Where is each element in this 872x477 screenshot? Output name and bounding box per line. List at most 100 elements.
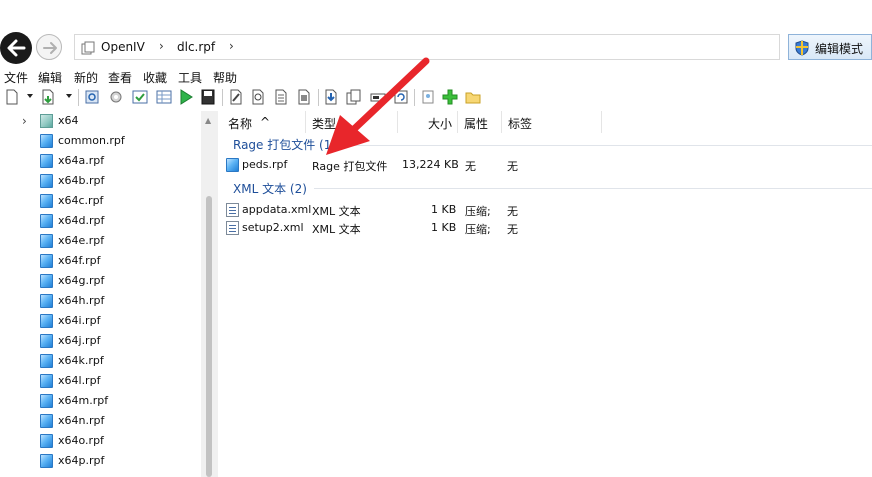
menu-help[interactable]: 帮助 <box>213 69 237 86</box>
scroll-up-icon[interactable]: ▲ <box>205 116 211 125</box>
column-name-label: 名称 <box>228 117 253 131</box>
rpf-archive-icon <box>40 234 53 248</box>
tree-item[interactable]: x64o.rpf <box>0 431 200 451</box>
tree-scrollbar-thumb[interactable] <box>206 196 212 477</box>
tree-item[interactable]: x64p.rpf <box>0 451 200 471</box>
shield-icon <box>795 40 809 56</box>
tree-item-label: x64o.rpf <box>58 434 104 447</box>
group-divider <box>314 188 872 189</box>
tree-item[interactable]: x64f.rpf <box>0 251 200 271</box>
text-icon[interactable] <box>273 89 289 105</box>
menu-view[interactable]: 查看 <box>108 69 132 86</box>
toolbar-divider <box>78 89 79 106</box>
rpf-archive-icon <box>40 294 53 308</box>
file-name: peds.rpf <box>242 158 288 171</box>
chevron-down-icon[interactable] <box>27 94 33 98</box>
rpf-archive-icon <box>40 374 53 388</box>
menu-tools[interactable]: 工具 <box>178 69 202 86</box>
group-title-xml[interactable]: XML 文本 (2) <box>233 180 307 197</box>
edit-mode-label: 编辑模式 <box>815 42 864 56</box>
tree-item-label: x64p.rpf <box>58 454 105 467</box>
tree-item-label: x64a.rpf <box>58 154 105 167</box>
folder-icon[interactable] <box>465 89 481 105</box>
toolbar-divider <box>222 89 223 106</box>
column-header-tags[interactable]: 标签 <box>502 111 602 133</box>
tree-item[interactable]: x64n.rpf <box>0 411 200 431</box>
forward-button[interactable] <box>36 34 62 60</box>
search-icon[interactable] <box>250 89 266 105</box>
tree-item-label: x64h.rpf <box>58 294 105 307</box>
tree-item-label: x64e.rpf <box>58 234 105 247</box>
menu-edit[interactable]: 编辑 <box>38 69 62 86</box>
tree-item[interactable]: x64a.rpf <box>0 151 200 171</box>
export-icon[interactable] <box>40 89 56 105</box>
tree-item-label: common.rpf <box>58 134 125 147</box>
chevron-down-icon[interactable] <box>66 94 72 98</box>
tree-item-label: x64b.rpf <box>58 174 105 187</box>
rpf-archive-icon <box>40 454 53 468</box>
tree-item[interactable]: x64m.rpf <box>0 391 200 411</box>
rpf-archive-icon <box>40 274 53 288</box>
breadcrumb-separator[interactable]: › <box>159 39 164 53</box>
file-type: XML 文本 <box>312 205 361 218</box>
rpf-archive-icon <box>40 254 53 268</box>
chevron-right-icon[interactable]: › <box>22 114 27 128</box>
settings-icon[interactable] <box>108 89 124 105</box>
tree-item[interactable]: › x64 <box>0 111 200 131</box>
tree-item[interactable]: x64h.rpf <box>0 291 200 311</box>
tree-item-label: x64l.rpf <box>58 374 101 387</box>
rpf-file-icon <box>226 158 239 172</box>
folder-tree: › x64 common.rpf x64a.rpf x64b.rpf x64c.rpf x6… <box>0 111 218 477</box>
file-name: setup2.xml <box>242 221 304 234</box>
save-icon[interactable] <box>200 89 216 105</box>
menu-favorites[interactable]: 收藏 <box>143 69 167 86</box>
check-icon[interactable] <box>132 89 148 105</box>
edit-icon[interactable] <box>228 89 244 105</box>
back-button[interactable] <box>0 32 32 64</box>
rpf-archive-icon <box>40 154 53 168</box>
tree-item[interactable]: x64i.rpf <box>0 311 200 331</box>
file-name: appdata.xml <box>242 203 312 216</box>
tree-item[interactable]: x64e.rpf <box>0 231 200 251</box>
tree-item-label: x64 <box>58 114 79 127</box>
column-header-name[interactable]: 名称 ^ <box>220 111 306 133</box>
rpf-archive-icon <box>40 434 53 448</box>
file-row[interactable]: setup2.xml XML 文本 1 KB 压缩; 无 <box>220 219 860 237</box>
rpf-archive-icon <box>40 134 53 148</box>
sort-indicator-icon: ^ <box>260 115 271 129</box>
new-file-icon[interactable] <box>4 89 20 105</box>
tree-item[interactable]: x64l.rpf <box>0 371 200 391</box>
rpf-archive-icon <box>40 414 53 428</box>
tree-item-label: x64j.rpf <box>58 334 101 347</box>
file-list: 名称 ^ 类型 大小 属性 标签 Rage 打包文件 (1) peds.rpf … <box>220 111 872 477</box>
refresh-icon[interactable] <box>84 89 100 105</box>
breadcrumb-dlc[interactable]: dlc.rpf <box>177 40 215 54</box>
tree-item[interactable]: x64c.rpf <box>0 191 200 211</box>
file-attributes: 压缩; <box>465 205 491 218</box>
tree-item[interactable]: x64j.rpf <box>0 331 200 351</box>
column-attr-label: 属性 <box>464 117 489 131</box>
tree-item[interactable]: x64k.rpf <box>0 351 200 371</box>
file-size: 1 KB <box>431 221 457 234</box>
tree-item[interactable]: x64b.rpf <box>0 171 200 191</box>
column-header-attributes[interactable]: 属性 <box>458 111 502 133</box>
tree-item-label: x64m.rpf <box>58 394 109 407</box>
folder-icon <box>40 114 53 128</box>
play-icon[interactable] <box>178 89 194 105</box>
document-icon <box>81 41 95 55</box>
tree-item[interactable]: x64d.rpf <box>0 211 200 231</box>
tree-item[interactable]: x64g.rpf <box>0 271 200 291</box>
breadcrumb-openiv[interactable]: OpenIV <box>101 40 145 54</box>
add-icon[interactable] <box>442 89 458 105</box>
file-row[interactable]: appdata.xml XML 文本 1 KB 压缩; 无 <box>220 201 860 219</box>
rpf-archive-icon <box>40 214 53 228</box>
edit-mode-button[interactable]: 编辑模式 <box>788 34 872 60</box>
menu-file[interactable]: 文件 <box>4 69 28 86</box>
breadcrumb-separator[interactable]: › <box>229 39 234 53</box>
rpf-archive-icon <box>40 334 53 348</box>
menu-new[interactable]: 新的 <box>74 69 98 86</box>
tree-item-label: x64f.rpf <box>58 254 101 267</box>
grid-icon[interactable] <box>156 89 172 105</box>
tree-item[interactable]: common.rpf <box>0 131 200 151</box>
arrow-right-icon <box>43 42 57 54</box>
